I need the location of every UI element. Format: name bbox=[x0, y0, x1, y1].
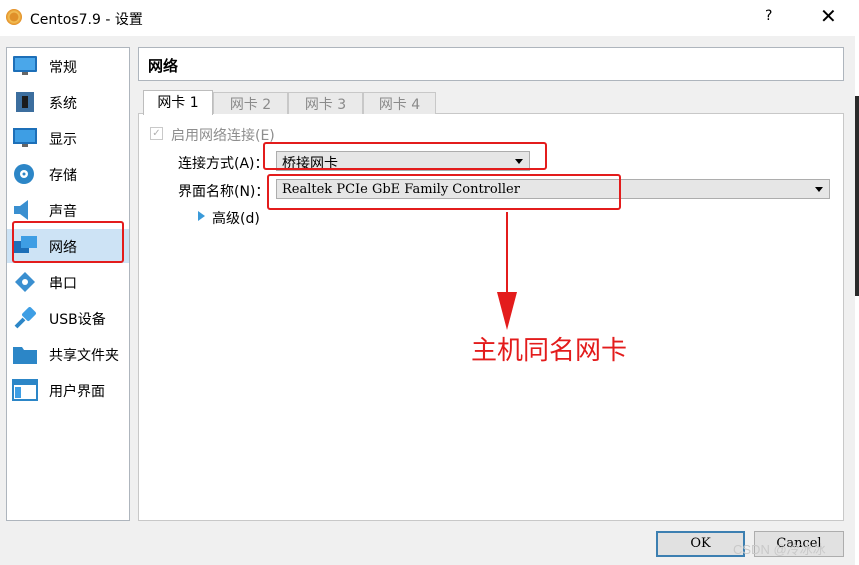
monitor-icon bbox=[13, 56, 37, 75]
annotation-arrow-line bbox=[506, 212, 508, 296]
sidebar-item-display[interactable]: 显示 bbox=[7, 121, 129, 155]
folder-icon bbox=[13, 347, 37, 364]
sidebar-item-shared-folders[interactable]: 共享文件夹 bbox=[7, 337, 129, 371]
usb-icon bbox=[14, 307, 36, 329]
storage-disk-icon bbox=[14, 164, 34, 184]
virtualbox-app-icon bbox=[6, 9, 22, 25]
sidebar-item-label: 共享文件夹 bbox=[49, 348, 119, 364]
sidebar-item-system[interactable]: 系统 bbox=[7, 85, 129, 119]
sidebar-item-user-interface[interactable]: 用户界面 bbox=[7, 373, 129, 407]
sidebar-item-label: 用户界面 bbox=[49, 384, 105, 400]
enable-network-label: 启用网络连接(E) bbox=[171, 128, 275, 144]
sidebar-item-usb[interactable]: USB设备 bbox=[7, 301, 129, 335]
chevron-down-icon bbox=[815, 187, 823, 192]
tab-adapter-2[interactable]: 网卡 2 bbox=[213, 92, 288, 114]
sidebar-item-general[interactable]: 常规 bbox=[7, 49, 129, 83]
window-title: Centos7.9 - 设置 bbox=[30, 12, 143, 28]
sidebar-item-label: 存储 bbox=[49, 168, 77, 184]
enable-network-checkbox[interactable]: ✓ bbox=[150, 127, 163, 140]
user-interface-icon bbox=[12, 379, 38, 401]
tab-adapter-3[interactable]: 网卡 3 bbox=[288, 92, 363, 114]
speaker-icon bbox=[14, 200, 28, 220]
highlight-network-item bbox=[12, 221, 124, 263]
page-title: 网络 bbox=[148, 57, 179, 75]
sidebar-item-label: 声音 bbox=[49, 204, 77, 220]
motherboard-icon bbox=[16, 92, 34, 112]
page-header: 网络 bbox=[138, 47, 844, 81]
interface-name-label: 界面名称(N)： bbox=[178, 184, 270, 200]
sidebar-item-label: USB设备 bbox=[49, 312, 106, 328]
tab-adapter-1[interactable]: 网卡 1 bbox=[143, 90, 213, 115]
annotation-text: 主机同名网卡 bbox=[471, 336, 628, 366]
sidebar-item-label: 常规 bbox=[49, 60, 77, 76]
settings-sidebar: 常规 系统 显示 存储 声音 网络 串口 USB设备 共享文件夹 用户界面 bbox=[6, 47, 130, 521]
sidebar-item-serial[interactable]: 串口 bbox=[7, 265, 129, 299]
sidebar-item-label: 显示 bbox=[49, 132, 77, 148]
sidebar-item-label: 系统 bbox=[49, 96, 77, 112]
background-window-edge bbox=[855, 96, 859, 296]
sidebar-item-label: 串口 bbox=[49, 276, 77, 292]
attach-type-label: 连接方式(A)： bbox=[178, 156, 269, 172]
ok-button[interactable]: OK bbox=[656, 531, 745, 557]
help-button[interactable]: ? bbox=[765, 8, 772, 24]
title-bar: Centos7.9 - 设置 ? ✕ bbox=[0, 0, 859, 36]
advanced-toggle[interactable]: 高级(d) bbox=[212, 208, 260, 228]
display-icon bbox=[13, 128, 37, 147]
tab-adapter-4[interactable]: 网卡 4 bbox=[363, 92, 436, 114]
sidebar-item-storage[interactable]: 存储 bbox=[7, 157, 129, 191]
close-button[interactable]: ✕ bbox=[820, 4, 837, 28]
highlight-interface-name bbox=[267, 174, 621, 210]
expand-arrow-icon[interactable] bbox=[198, 211, 205, 221]
highlight-attach-type bbox=[263, 142, 547, 170]
watermark: CSDN @冷冰冰 bbox=[733, 542, 826, 557]
annotation-arrow-head bbox=[497, 292, 517, 330]
serial-port-icon bbox=[15, 272, 35, 292]
